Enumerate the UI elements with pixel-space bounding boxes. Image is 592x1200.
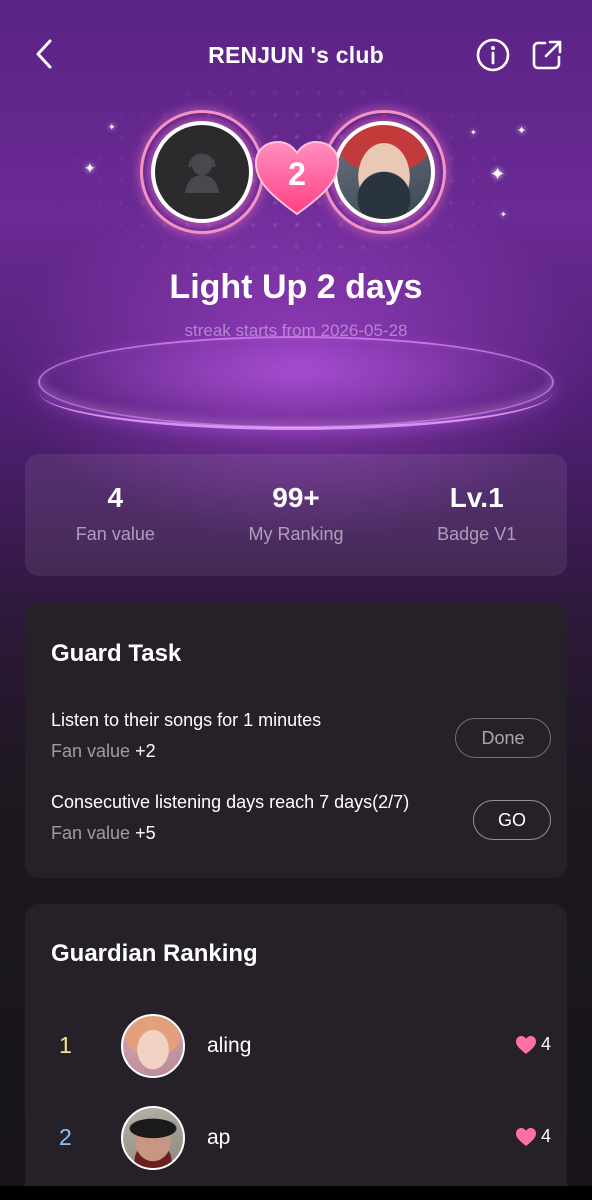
stat-label: My Ranking [248, 524, 344, 544]
stat-value: 99+ [272, 482, 320, 513]
user-silhouette-icon [185, 153, 219, 193]
rank-score: 4 [515, 1034, 551, 1055]
stats-card: 4 Fan value 99+ My Ranking Lv.1 Badge V1 [25, 454, 567, 576]
task-reward-value: +5 [135, 823, 156, 843]
header: RENJUN 's club [0, 26, 592, 82]
heart-icon [515, 1035, 536, 1054]
stat-label: Badge V1 [437, 524, 517, 544]
share-icon [532, 40, 562, 70]
stat-badge[interactable]: Lv.1 Badge V1 [386, 454, 567, 576]
task-go-button[interactable]: GO [473, 800, 551, 840]
avatar[interactable] [121, 1106, 185, 1170]
guard-task-card: Guard Task Listen to their songs for 1 m… [25, 602, 567, 878]
club-page: RENJUN 's club ✦ ✦ ✦ ✦ ✦ ✦ 2 Light Up 2 … [0, 0, 592, 1200]
stat-fan-value[interactable]: 4 Fan value [25, 454, 206, 576]
rank-score: 4 [515, 1126, 551, 1147]
info-icon [476, 38, 510, 72]
info-button[interactable] [476, 38, 510, 72]
sparkle-icon: ✦ [108, 122, 116, 132]
avatar-pair: 2 [140, 110, 460, 234]
task-reward-value: +2 [135, 741, 156, 761]
rank-score-value: 4 [540, 1034, 551, 1054]
task-reward-label: Fan value [51, 823, 131, 843]
streak-heart: 2 [252, 138, 342, 218]
ranking-row[interactable]: 2 ap 4 [51, 1106, 551, 1170]
guardian-ranking-card: Guardian Ranking 1 aling 4 2 ap 4 [25, 904, 567, 1200]
stat-value: Lv.1 [449, 482, 504, 513]
streak-title: Light Up 2 days [169, 268, 423, 306]
stat-label: Fan value [75, 524, 155, 544]
stage-platform-edge [40, 356, 552, 430]
rank-username: ap [207, 1126, 231, 1149]
rank-username: aling [207, 1034, 252, 1057]
rank-number: 2 [59, 1124, 72, 1150]
stat-value: 4 [107, 482, 124, 513]
idol-avatar[interactable] [333, 121, 435, 223]
rank-score-value: 4 [540, 1126, 551, 1146]
sparkle-icon: ✦ [84, 160, 96, 176]
my-avatar[interactable] [151, 121, 253, 223]
guard-task-title: Guard Task [51, 640, 182, 667]
sparkle-icon: ✦ [470, 128, 477, 137]
sparkle-icon: ✦ [517, 125, 527, 137]
stat-my-ranking[interactable]: 99+ My Ranking [206, 454, 387, 576]
avatar[interactable] [121, 1014, 185, 1078]
guardian-ranking-title: Guardian Ranking [51, 940, 258, 967]
ranking-row[interactable]: 1 aling 4 [51, 1014, 551, 1078]
task-item: Listen to their songs for 1 minutes Fan … [51, 710, 551, 770]
sparkle-icon: ✦ [490, 164, 506, 184]
heart-icon [515, 1127, 536, 1146]
sparkle-icon: ✦ [500, 210, 507, 219]
task-reward-label: Fan value [51, 741, 131, 761]
task-done-button[interactable]: Done [455, 718, 551, 758]
task-item: Consecutive listening days reach 7 days(… [51, 792, 551, 852]
my-avatar-ring [140, 110, 264, 234]
streak-count: 2 [288, 156, 306, 192]
system-nav-bar [0, 1186, 592, 1200]
share-button[interactable] [530, 38, 564, 72]
rank-number: 1 [59, 1032, 72, 1058]
